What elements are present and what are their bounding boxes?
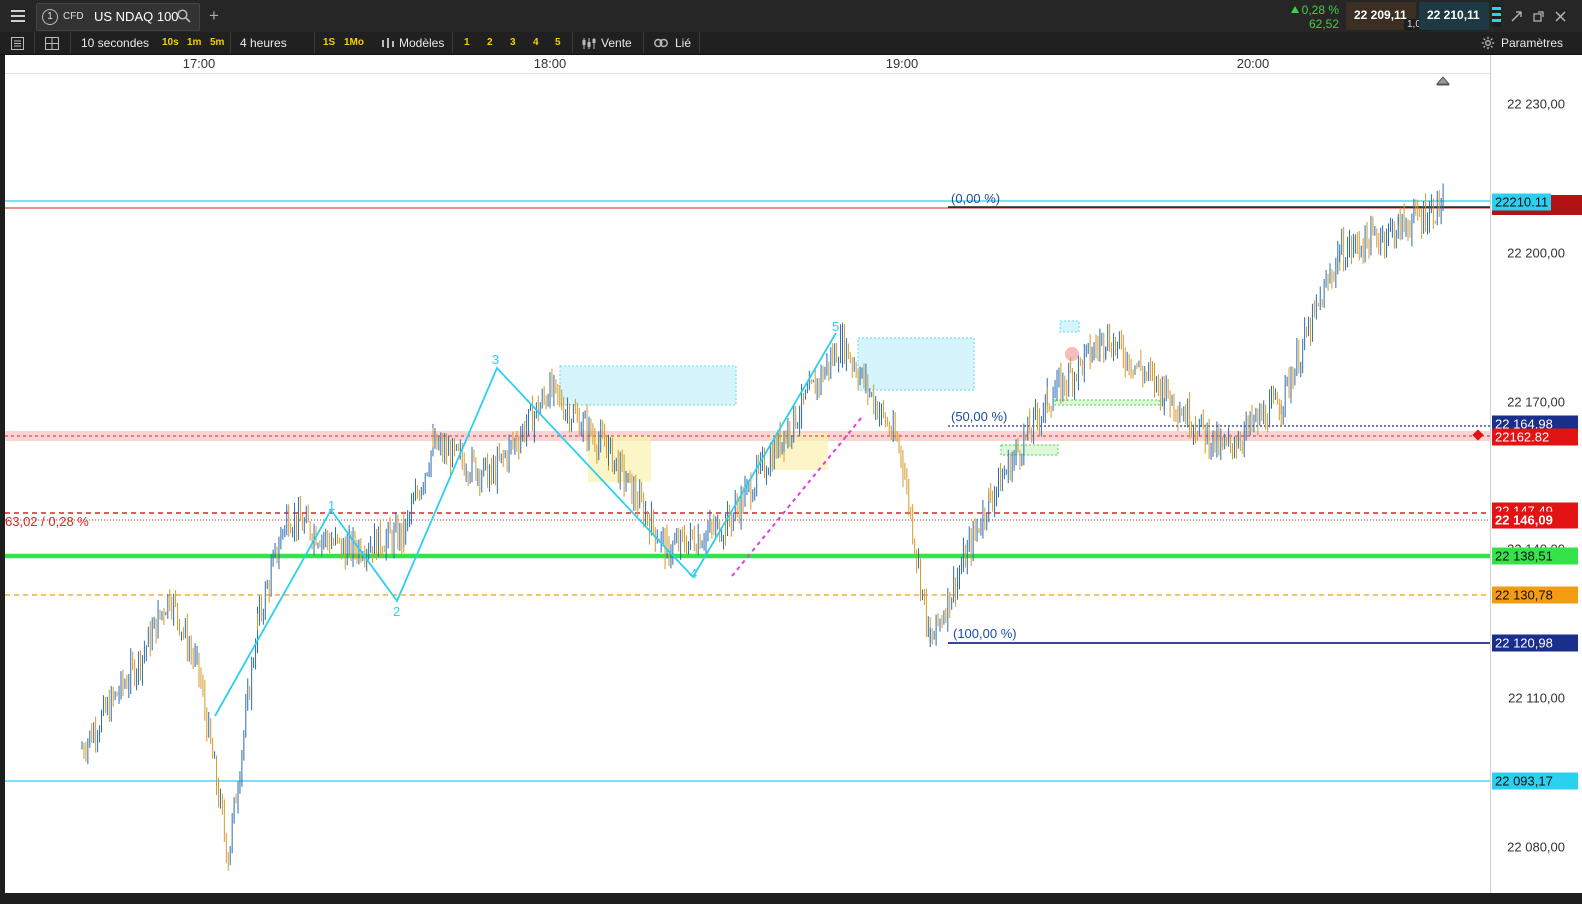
fib-label-50: (50,00 %)	[951, 409, 1008, 424]
workspace-number: 1	[42, 9, 58, 25]
position-label: 63,02 / 0,28 %	[5, 514, 89, 529]
settings-button[interactable]: Paramètres	[1501, 35, 1563, 51]
minimize-icon[interactable]	[1508, 8, 1524, 24]
fib-label-100: (100,00 %)	[953, 626, 1017, 641]
slot-1[interactable]: 1	[464, 35, 470, 51]
price-axis[interactable]: 22 230,00 22 200,00 22 170,00 22 140,00 …	[1490, 55, 1582, 893]
wave-label-2: 2	[393, 604, 401, 619]
slot-5[interactable]: 5	[555, 35, 561, 51]
bottom-bar	[0, 893, 1582, 904]
slot-3[interactable]: 3	[510, 35, 516, 51]
wave-label-1: 1	[328, 498, 336, 513]
chart-toolbar: 10 secondes 10s 1m 5m 4 heures 1S 1Mo Mo…	[0, 32, 1582, 55]
instrument-type: CFD	[63, 11, 84, 22]
search-icon[interactable]	[177, 9, 191, 26]
interval-selector[interactable]: 10 secondes	[81, 35, 149, 51]
price-plot	[5, 76, 1490, 871]
settings-gear-icon[interactable]	[1479, 35, 1497, 51]
home-marker-base	[1437, 84, 1449, 86]
up-triangle-icon	[1291, 6, 1299, 13]
range-1mo[interactable]: 1Mo	[344, 35, 364, 51]
bid-price: 22 209,11	[1354, 8, 1407, 22]
slot-4[interactable]: 4	[533, 35, 539, 51]
wave-label-5: 5	[832, 319, 840, 334]
hamburger-icon[interactable]	[6, 6, 30, 26]
cyan-low-price-box[interactable]: 22 093,17	[1492, 772, 1578, 790]
chart-area[interactable]: 17:00 18:00 19:00 20:00 1 2 3 4 5 (0,00 …	[5, 55, 1490, 893]
price-label-22170: 22 170,00	[1507, 394, 1565, 410]
ask-price: 22 210,11	[1427, 8, 1480, 22]
range-1s[interactable]: 1S	[323, 35, 335, 51]
interval-5m[interactable]: 5m	[210, 35, 224, 51]
popout-icon[interactable]	[1530, 8, 1546, 24]
range-selector[interactable]: 4 heures	[240, 35, 287, 51]
add-tab-icon[interactable]: +	[204, 6, 224, 26]
current-price-box[interactable]: 22210.11	[1492, 193, 1552, 211]
price-label-22110: 22 110,00	[1508, 690, 1565, 706]
interval-10s[interactable]: 10s	[162, 35, 179, 51]
top-bar: 1 CFD US NDAQ 100 + 0,28 % 62,52 22 209,…	[0, 0, 1582, 33]
wave-label-4: 4	[690, 566, 698, 581]
green-price-box[interactable]: 22 138,51	[1492, 547, 1578, 565]
red-zone-price-box[interactable]: 22162.82	[1492, 428, 1578, 446]
price-label-22200: 22 200,00	[1507, 245, 1565, 261]
red-marker	[1065, 347, 1079, 361]
red-order-price-box[interactable]: 22 146,09	[1492, 511, 1578, 529]
price-bars	[81, 183, 1444, 871]
models-icon[interactable]	[379, 35, 397, 51]
green-zone-box-1	[1054, 399, 1160, 406]
instrument-name: US NDAQ 100	[94, 9, 179, 24]
sell-button[interactable]: Vente	[601, 35, 632, 51]
slot-2[interactable]: 2	[487, 35, 493, 51]
green-zone-box-2	[1000, 444, 1059, 456]
list-icon[interactable]	[9, 35, 25, 51]
models-button[interactable]: Modèles	[399, 35, 444, 51]
yellow-zone-box-2	[771, 433, 828, 470]
buy-price-button[interactable]: 22 210,11	[1419, 2, 1489, 30]
sell-icon[interactable]	[580, 35, 598, 51]
change-box: 0,28 % 62,52	[1283, 2, 1343, 31]
price-label-22230: 22 230,00	[1507, 96, 1565, 112]
change-points: 62,52	[1308, 17, 1339, 31]
orange-price-box[interactable]: 22 130,78	[1492, 586, 1578, 604]
cyan-zone-box-3	[1059, 320, 1080, 333]
cyan-zone-box-1	[559, 365, 737, 406]
fib-100-price-box[interactable]: 22 120,98	[1492, 634, 1578, 652]
link-icon[interactable]	[652, 35, 670, 51]
instrument-tab[interactable]: 1 CFD US NDAQ 100	[36, 3, 200, 31]
elliott-wave-line	[214, 332, 837, 717]
change-percent: 0,28 %	[1301, 3, 1339, 17]
price-label-22080: 22 080,00	[1507, 839, 1565, 855]
linked-button[interactable]: Lié	[675, 35, 691, 51]
fib-label-0: (0,00 %)	[951, 191, 1001, 206]
close-icon[interactable]	[1552, 8, 1568, 24]
wave-label-3: 3	[492, 352, 500, 367]
interval-1m[interactable]: 1m	[187, 35, 201, 51]
blue-indicator	[1492, 5, 1501, 27]
home-marker-icon	[1435, 76, 1451, 85]
cyan-zone-box-2	[857, 337, 975, 391]
layout-icon[interactable]	[43, 35, 61, 51]
